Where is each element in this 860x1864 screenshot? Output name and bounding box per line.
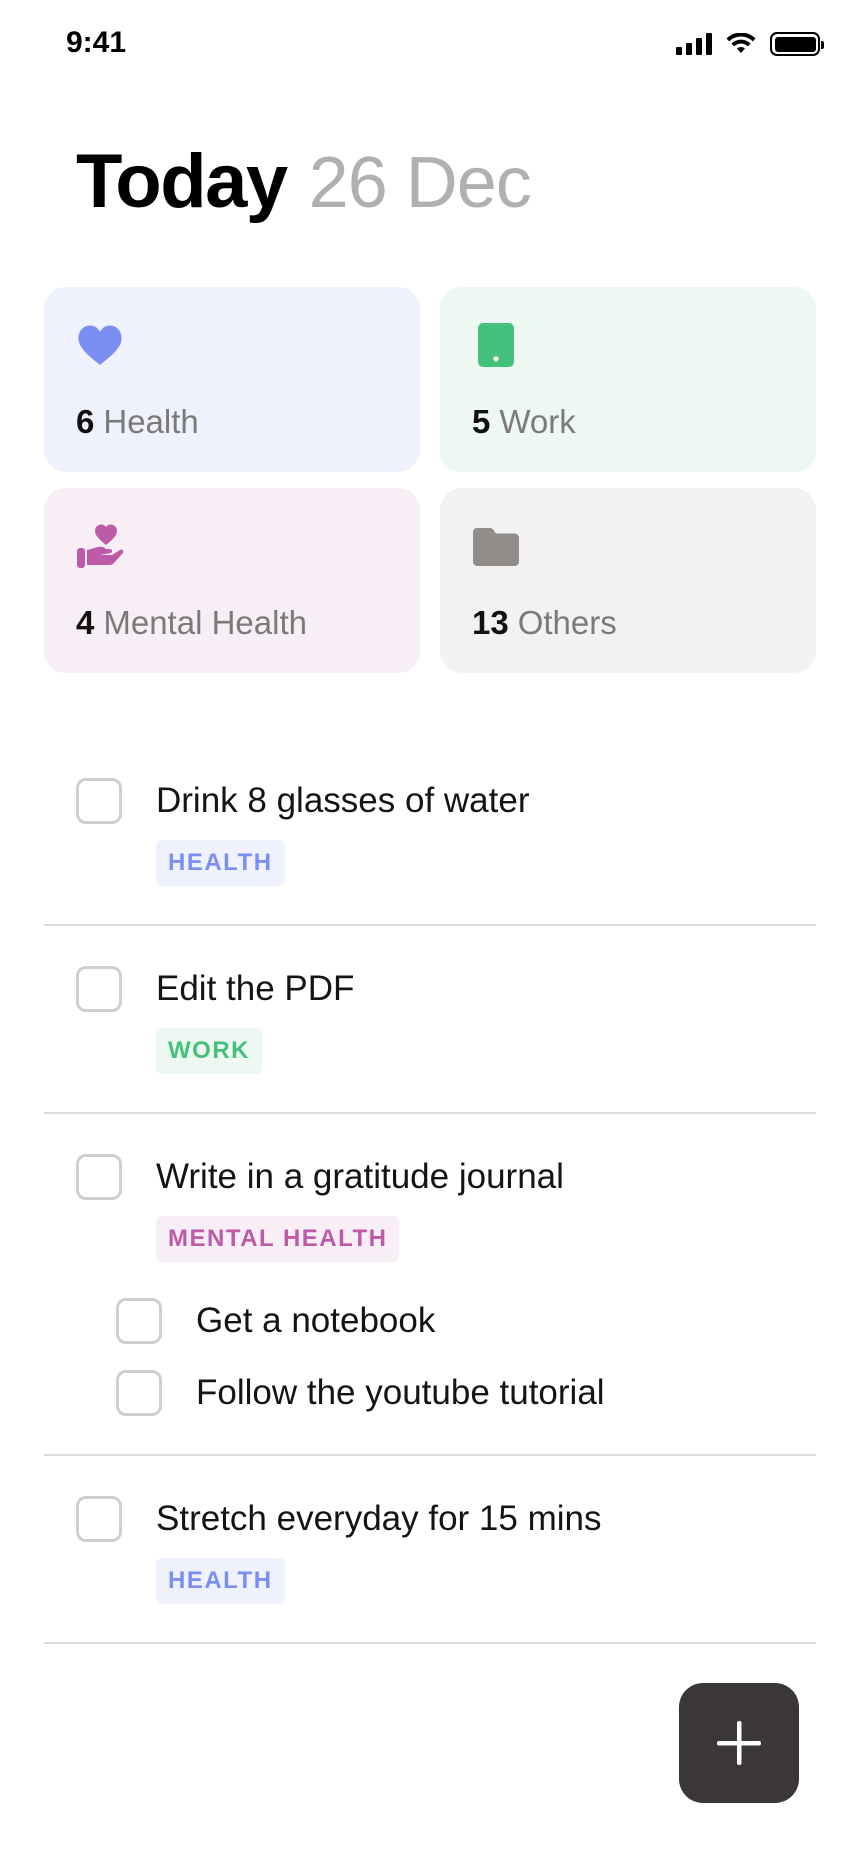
task-tag: HEALTH bbox=[156, 1558, 285, 1604]
page-header: Today 26 Dec bbox=[76, 138, 532, 225]
subtask-title: Follow the youtube tutorial bbox=[196, 1373, 605, 1412]
add-task-button[interactable] bbox=[679, 1683, 799, 1803]
category-label: Mental Health bbox=[103, 604, 307, 641]
category-count: 5 bbox=[472, 403, 491, 440]
task-title: Stretch everyday for 15 mins bbox=[156, 1499, 602, 1538]
task-list: Drink 8 glasses of water HEALTH Edit the… bbox=[44, 738, 816, 1644]
task-title: Write in a gratitude journal bbox=[156, 1157, 564, 1196]
heart-in-hand-icon bbox=[76, 522, 124, 570]
category-label: Health bbox=[103, 403, 199, 440]
category-grid: 6 Health 5 Work 4 Mental Health 13 Other… bbox=[44, 287, 816, 673]
battery-icon bbox=[770, 32, 824, 56]
wifi-icon bbox=[726, 33, 756, 53]
task-item: Edit the PDF WORK bbox=[44, 926, 816, 1114]
category-card-work[interactable]: 5 Work bbox=[440, 287, 816, 472]
task-tag: MENTAL HEALTH bbox=[156, 1216, 400, 1262]
category-card-others[interactable]: 13 Others bbox=[440, 488, 816, 673]
subtask-checkbox[interactable] bbox=[116, 1370, 162, 1416]
category-count: 4 bbox=[76, 604, 95, 641]
category-card-health[interactable]: 6 Health bbox=[44, 287, 420, 472]
task-checkbox[interactable] bbox=[76, 778, 122, 824]
category-card-mental-health[interactable]: 4 Mental Health bbox=[44, 488, 420, 673]
task-checkbox[interactable] bbox=[76, 966, 122, 1012]
status-icons bbox=[676, 32, 824, 56]
page-date: 26 Dec bbox=[308, 143, 532, 223]
category-label: Work bbox=[499, 403, 576, 440]
task-tag: HEALTH bbox=[156, 840, 285, 886]
cellular-signal-icon bbox=[676, 33, 712, 55]
subtask-title: Get a notebook bbox=[196, 1301, 436, 1340]
category-count: 6 bbox=[76, 403, 95, 440]
task-checkbox[interactable] bbox=[76, 1496, 122, 1542]
subtask-item: Follow the youtube tutorial bbox=[44, 1370, 816, 1416]
subtask-item: Get a notebook bbox=[44, 1298, 816, 1344]
task-title: Edit the PDF bbox=[156, 969, 355, 1008]
task-checkbox[interactable] bbox=[76, 1154, 122, 1200]
subtask-checkbox[interactable] bbox=[116, 1298, 162, 1344]
status-time: 9:41 bbox=[66, 26, 127, 59]
task-item: Write in a gratitude journal MENTAL HEAL… bbox=[44, 1114, 816, 1456]
task-item: Drink 8 glasses of water HEALTH bbox=[44, 738, 816, 926]
heart-icon bbox=[76, 321, 124, 369]
plus-icon bbox=[717, 1721, 761, 1765]
category-label: Others bbox=[517, 604, 617, 641]
category-count: 13 bbox=[472, 604, 509, 641]
status-bar: 9:41 bbox=[0, 0, 860, 90]
tablet-icon bbox=[472, 321, 520, 369]
task-tag: WORK bbox=[156, 1028, 262, 1074]
task-title: Drink 8 glasses of water bbox=[156, 781, 530, 820]
task-item: Stretch everyday for 15 mins HEALTH bbox=[44, 1456, 816, 1644]
folder-icon bbox=[472, 522, 520, 570]
page-title: Today bbox=[76, 139, 288, 224]
